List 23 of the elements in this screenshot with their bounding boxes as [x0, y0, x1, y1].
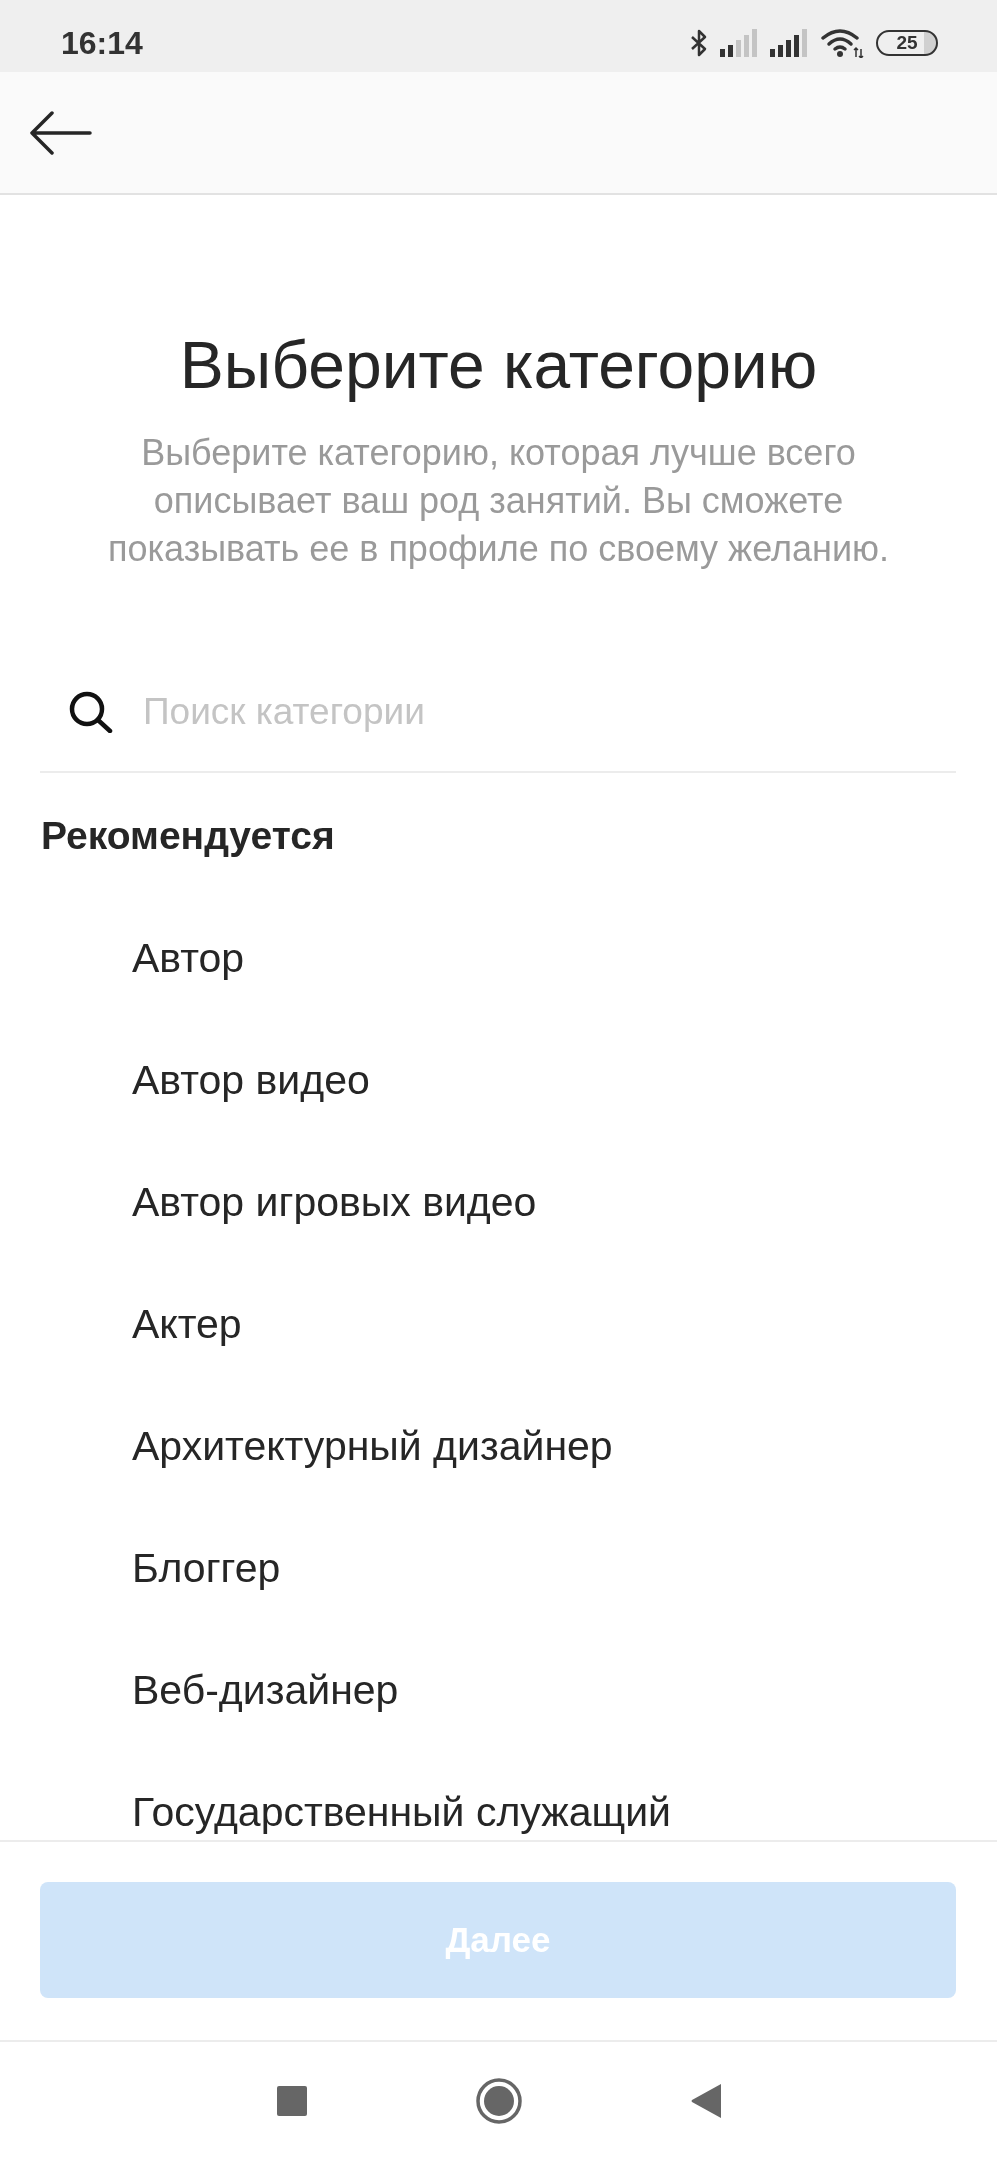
bluetooth-icon — [690, 29, 708, 57]
signal-icon — [770, 29, 808, 57]
wifi-icon — [820, 28, 864, 58]
battery-indicator: 25 — [876, 30, 938, 56]
search-field[interactable]: Поиск категории — [143, 688, 956, 736]
category-item[interactable]: Актер — [132, 1300, 242, 1348]
category-item[interactable]: Автор — [132, 934, 245, 982]
category-item[interactable]: Автор видео — [132, 1056, 370, 1104]
page-description: Выберите категорию, которая лучше всего описывает ваш род занятий. Вы сможете показывать ее в профиле по своему желанию. — [106, 431, 891, 571]
page-title: Выберите категорию — [178, 327, 819, 404]
section-heading: Рекомендуется — [40, 813, 336, 859]
category-item[interactable]: Блоггер — [132, 1544, 281, 1592]
category-item[interactable]: Веб-дизайнер — [132, 1666, 399, 1714]
square-icon[interactable] — [276, 2086, 307, 2116]
triangle-icon[interactable] — [690, 2084, 721, 2118]
status-time: 16:14 — [61, 25, 143, 61]
category-item[interactable]: Автор игровых видео — [132, 1178, 537, 1226]
search-icon — [69, 691, 113, 733]
circle-icon[interactable] — [475, 2078, 522, 2124]
category-item[interactable]: Архитектурный дизайнер — [132, 1422, 613, 1470]
back-arrow-icon — [30, 110, 92, 155]
signal-icon — [720, 29, 758, 57]
category-item[interactable]: Государственный служащий — [132, 1788, 672, 1836]
